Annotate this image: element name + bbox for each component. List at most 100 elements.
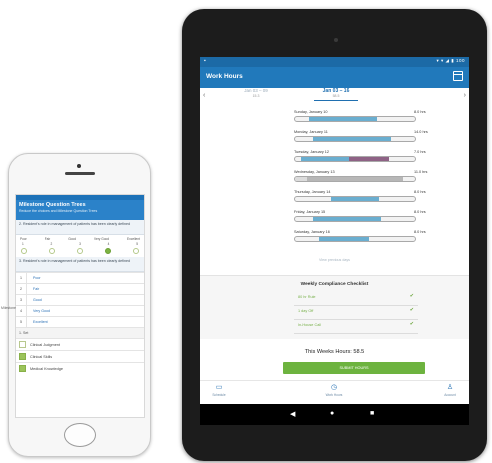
nav-item-account[interactable]: ♙ Account [435, 383, 465, 398]
phone-subtitle: Reduce the choices and Milestone Questio… [19, 209, 98, 213]
submit-hours-button[interactable]: SUBMIT HOURS [283, 362, 425, 374]
checklist-label: 1 day Off [298, 309, 314, 313]
checklist-label: 80 hr Rule [298, 295, 316, 299]
option-row[interactable]: 1 Poor [16, 272, 144, 283]
day-hours: 14.0 hrs [414, 130, 428, 134]
day-hours: 11.0 hrs [414, 170, 428, 174]
day-row[interactable]: Friday, January 15 8.0 hrs [200, 208, 469, 228]
phone-title: Milestone Question Trees [19, 202, 86, 208]
option-number: 5 [20, 320, 22, 324]
phone-speaker [65, 172, 95, 175]
rating-radio[interactable] [105, 248, 111, 254]
status-icons: ▾ ▾ ◢ ▮ 100 [436, 58, 465, 63]
checkbox[interactable] [19, 341, 26, 348]
week-tab-previous[interactable]: Jan 03 – 09 15.3 [234, 88, 278, 99]
option-label: Good [33, 298, 42, 302]
calendar-icon: ▭ [215, 384, 223, 391]
hours-segment [331, 197, 379, 201]
page-title: Work Hours [206, 73, 243, 80]
checklist-label: In-House Call [298, 323, 322, 327]
scale-number: 5 [136, 242, 138, 246]
nav-item-schedule[interactable]: ▭ Schedule [204, 383, 234, 398]
day-row[interactable]: Saturday, January 16 8.0 hrs [200, 228, 469, 248]
hours-bar [294, 136, 416, 142]
rating-radio[interactable] [21, 248, 27, 254]
checkbox[interactable] [19, 353, 26, 360]
rating-radio[interactable] [49, 248, 55, 254]
day-row[interactable]: Tuesday, January 12 7.0 hrs [200, 148, 469, 168]
scale-label: Very Good [94, 237, 110, 241]
question-2-text: 3. Resident's role in management of pati… [16, 257, 144, 272]
checkbox-label: Clinical Skills [30, 354, 53, 359]
tablet-device: ▪ ▾ ▾ ◢ ▮ 100 Work Hours ‹ Jan 03 – 09 1… [182, 9, 487, 461]
week-hours: 58.5 [332, 94, 340, 98]
chevron-right-icon[interactable]: › [464, 92, 466, 99]
scale-number: 1 [22, 242, 24, 246]
system-navigation-bar: ◀ ● ■ [200, 404, 469, 425]
scale-label: Poor [20, 237, 27, 241]
scale-number: 2 [50, 242, 53, 246]
hours-segment [295, 177, 307, 181]
home-button[interactable] [64, 423, 96, 447]
hours-bar [294, 176, 416, 182]
phone-screen: Milestone Question Trees Reduce the choi… [15, 194, 145, 418]
option-row[interactable]: 2 Fair [16, 283, 144, 294]
day-hours: 8.0 hrs [414, 190, 426, 194]
checkbox-row[interactable]: Clinical Skills [16, 350, 144, 362]
tablet-screen: ▪ ▾ ▾ ◢ ▮ 100 Work Hours ‹ Jan 03 – 09 1… [200, 57, 469, 425]
option-number: 4 [20, 309, 22, 313]
hours-segment [313, 137, 391, 141]
hours-segment [309, 117, 377, 121]
option-row[interactable]: 3 Good [16, 294, 144, 305]
day-name: Wednesday, January 13 [294, 170, 335, 174]
day-name: Monday, January 11 [294, 130, 328, 134]
user-icon: ♙ [446, 384, 454, 391]
recents-icon[interactable]: ■ [370, 410, 374, 417]
checkbox-row[interactable]: Medical Knowledge [16, 362, 144, 374]
week-tab-current[interactable]: Jan 03 – 16 58.5 [314, 88, 358, 101]
hours-bar [294, 236, 416, 242]
home-icon[interactable]: ● [330, 410, 334, 417]
phone-camera [77, 164, 81, 168]
calendar-icon[interactable] [453, 71, 463, 81]
option-row[interactable]: 4 Very Good [16, 305, 144, 316]
week-hours: 15.3 [252, 94, 260, 98]
tablet-camera [334, 38, 338, 42]
option-number: 2 [20, 287, 22, 291]
view-more-link[interactable]: View previous days [200, 258, 469, 262]
option-number: 1 [20, 276, 22, 280]
checkbox[interactable] [19, 365, 26, 372]
checklist-title: Weekly Compliance Checklist [300, 282, 369, 287]
rating-radio[interactable] [133, 248, 139, 254]
day-name: Saturday, January 16 [294, 230, 330, 234]
nav-item-work-hours[interactable]: ◷ Work Hours [319, 383, 349, 398]
option-row[interactable]: 5 Excellent [16, 316, 144, 327]
weekly-total: This Weeks Hours: 58.5 [304, 349, 365, 355]
day-hours: 8.0 hrs [414, 110, 426, 114]
day-row[interactable]: Monday, January 11 14.0 hrs [200, 128, 469, 148]
hours-bar [294, 156, 416, 162]
nav-label: Work Hours [325, 393, 343, 397]
day-row[interactable]: Sunday, January 10 8.0 hrs [200, 108, 469, 128]
check-icon: ✔ [409, 321, 414, 327]
compliance-checklist: Weekly Compliance Checklist 80 hr Rule ✔… [200, 275, 469, 339]
back-icon[interactable]: ◀ [290, 410, 295, 418]
day-row[interactable]: Thursday, January 14 8.0 hrs [200, 188, 469, 208]
checkbox-label: Medical Knowledge [30, 366, 63, 371]
app-bar: Work Hours [200, 67, 469, 88]
day-row[interactable]: Wednesday, January 13 11.0 hrs [200, 168, 469, 188]
chevron-left-icon[interactable]: ‹ [203, 92, 205, 99]
phone-device: Milestone Question Trees Reduce the choi… [8, 153, 151, 457]
checkbox-row[interactable]: Clinical Judgment [16, 338, 144, 350]
nav-label: Schedule [212, 393, 226, 397]
option-label: Fair [33, 287, 40, 291]
side-caption: Milestone [1, 306, 16, 310]
day-list: Sunday, January 10 8.0 hrs Monday, Janua… [200, 108, 469, 248]
clock-icon: ◷ [330, 384, 338, 391]
rating-radio[interactable] [77, 248, 83, 254]
scale-label: Excellent [127, 237, 140, 241]
checklist-item: In-House Call ✔ [294, 321, 418, 334]
day-hours: 7.0 hrs [414, 150, 426, 154]
scale-number: 3 [79, 242, 81, 246]
scale-label: Fair [44, 237, 51, 241]
